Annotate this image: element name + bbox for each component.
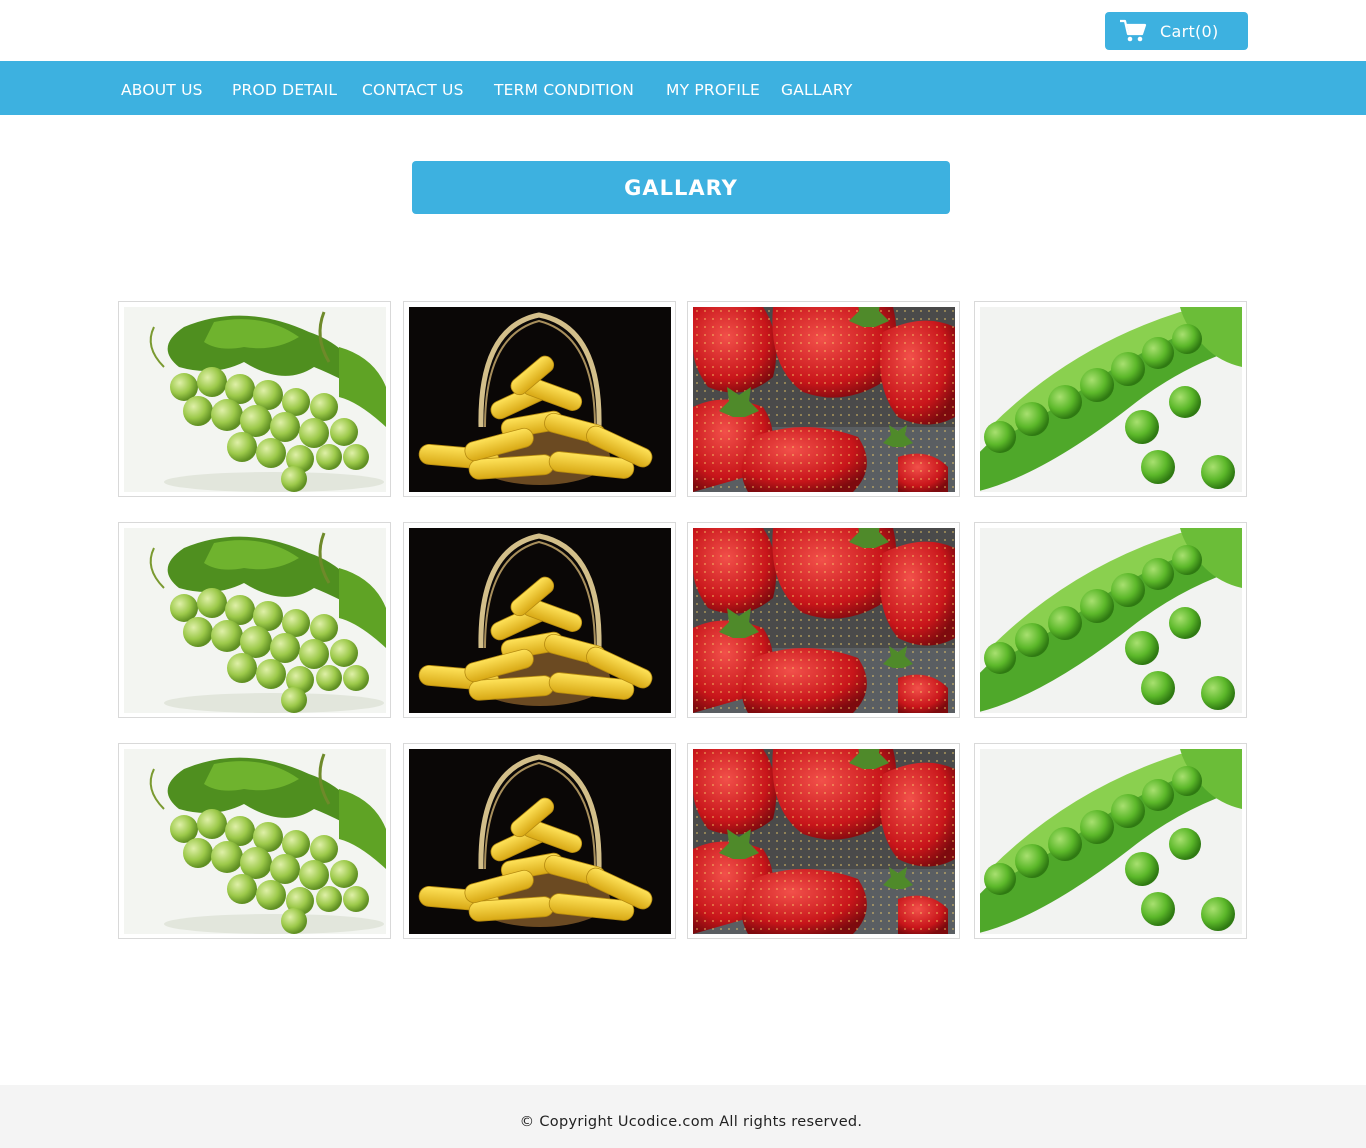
gallery-item-peas[interactable]: [974, 301, 1247, 497]
nav-prod-detail[interactable]: PROD DETAIL: [232, 81, 337, 99]
grapes-image: [124, 528, 386, 713]
grapes-image: [124, 307, 386, 492]
footer: © Copyright Ucodice.com All rights reser…: [0, 1085, 1366, 1148]
gallery-item-corn[interactable]: [403, 522, 676, 718]
peas-image: [980, 307, 1242, 492]
strawberries-image: [693, 307, 955, 492]
nav-contact-us[interactable]: CONTACT US: [362, 81, 464, 99]
nav-gallary[interactable]: GALLARY: [781, 81, 853, 99]
gallery-item-strawberries[interactable]: [687, 743, 960, 939]
cart-button[interactable]: Cart (0): [1105, 12, 1248, 50]
peas-image: [980, 528, 1242, 713]
gallery-item-corn[interactable]: [403, 301, 676, 497]
copyright-text: © Copyright Ucodice.com All rights reser…: [519, 1114, 863, 1130]
gallery-item-peas[interactable]: [974, 743, 1247, 939]
peas-image: [980, 749, 1242, 934]
gallery-item-peas[interactable]: [974, 522, 1247, 718]
top-bar: Cart (0): [0, 0, 1366, 61]
corn-basket-image: [409, 307, 671, 492]
page-title: GALLARY: [412, 161, 950, 214]
gallery-item-corn[interactable]: [403, 743, 676, 939]
gallery-item-grapes[interactable]: [118, 301, 391, 497]
corn-basket-image: [409, 749, 671, 934]
gallery-item-strawberries[interactable]: [687, 301, 960, 497]
corn-basket-image: [409, 528, 671, 713]
gallery-item-strawberries[interactable]: [687, 522, 960, 718]
nav-about-us[interactable]: ABOUT US: [121, 81, 203, 99]
main-nav: ABOUT US PROD DETAIL CONTACT US TERM CON…: [0, 61, 1366, 115]
strawberries-image: [693, 528, 955, 713]
grapes-image: [124, 749, 386, 934]
cart-count: (0): [1195, 22, 1219, 41]
gallery-item-grapes[interactable]: [118, 522, 391, 718]
gallery-item-grapes[interactable]: [118, 743, 391, 939]
nav-my-profile[interactable]: MY PROFILE: [666, 81, 760, 99]
nav-term-condition[interactable]: TERM CONDITION: [494, 81, 634, 99]
cart-icon: [1120, 19, 1147, 42]
strawberries-image: [693, 749, 955, 934]
cart-label: Cart: [1160, 22, 1196, 41]
